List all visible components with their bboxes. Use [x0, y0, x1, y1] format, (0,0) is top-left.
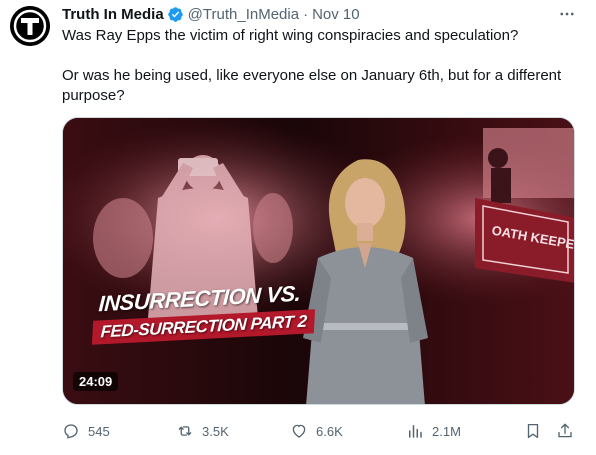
handle[interactable]: @Truth_InMedia — [188, 6, 299, 23]
share-icon — [558, 423, 572, 438]
views-count: 2.1M — [432, 423, 461, 439]
share-button[interactable] — [556, 420, 574, 442]
heart-icon — [292, 424, 306, 438]
tweet-text: Was Ray Epps the victim of right wing co… — [62, 26, 582, 106]
bookmark-button[interactable] — [524, 420, 542, 442]
retweet-icon — [178, 426, 192, 436]
reply-count: 545 — [88, 423, 110, 439]
tweet-date[interactable]: Nov 10 — [312, 6, 360, 23]
tweet-header: Truth In Media @Truth_InMedia · Nov 10 — [62, 4, 360, 24]
tweet-text-line: Was Ray Epps the victim of right wing co… — [62, 27, 519, 44]
retweet-count: 3.5K — [202, 423, 229, 439]
video-duration: 24:09 — [73, 372, 119, 391]
views-button[interactable]: 2.1M — [406, 420, 461, 442]
verified-badge-icon[interactable] — [167, 6, 184, 23]
truth-in-media-logo — [10, 6, 50, 46]
tweet[interactable]: Truth In Media @Truth_InMedia · Nov 10 W… — [0, 0, 596, 455]
tweet-text-line: purpose? — [62, 87, 125, 104]
retweet-button[interactable]: 3.5K — [176, 420, 229, 442]
display-name[interactable]: Truth In Media — [62, 6, 164, 23]
tweet-actions: 545 3.5K 6.6K 2.1M — [62, 420, 582, 442]
like-count: 6.6K — [316, 423, 343, 439]
separator-dot: · — [303, 5, 309, 23]
tweet-text-line: Or was he being used, like everyone else… — [62, 67, 562, 84]
video-player[interactable]: OATH KEEPER INSURRECTION VS. FED-SURRECT… — [62, 117, 575, 405]
video-thumbnail: OATH KEEPER — [63, 118, 574, 404]
like-button[interactable]: 6.6K — [290, 420, 343, 442]
reply-button[interactable]: 545 — [62, 420, 110, 442]
reply-icon — [64, 424, 78, 439]
views-icon — [409, 425, 422, 438]
avatar[interactable] — [10, 6, 50, 46]
bookmark-icon — [527, 423, 539, 439]
more-icon[interactable] — [556, 4, 578, 24]
